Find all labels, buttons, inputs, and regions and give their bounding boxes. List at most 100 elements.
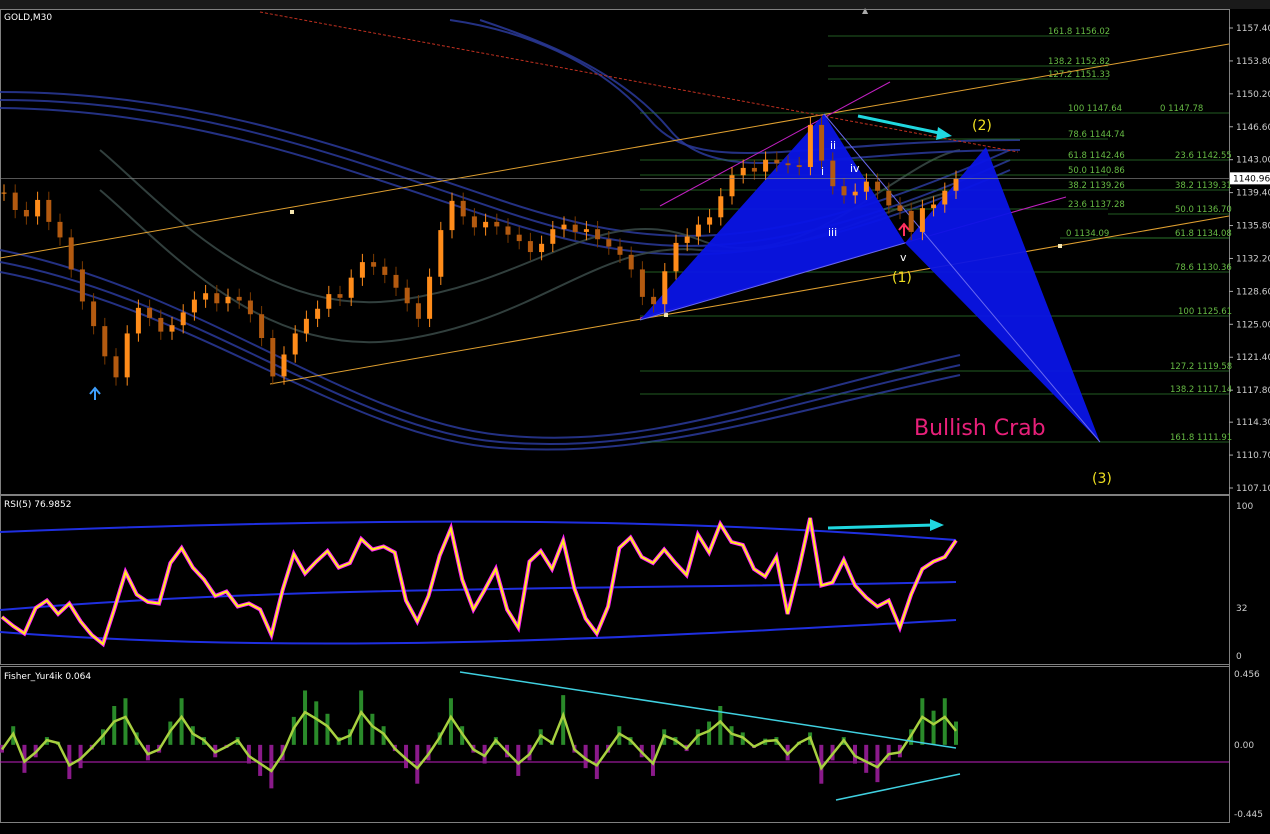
- time-axis: [0, 823, 1270, 834]
- candle-body: [875, 181, 881, 191]
- price-tick-label: 1132.20: [1236, 254, 1270, 264]
- candle-body: [259, 314, 265, 339]
- candle-body: [326, 294, 332, 309]
- channel-anchor: [290, 210, 294, 214]
- channel-anchor: [664, 313, 668, 317]
- subwave-iii-label: iii: [828, 226, 837, 239]
- gold-m30-chart[interactable]: ▲ GOLD,M30 RSI(5) 76.9852 Fisher_Yur4ik …: [0, 0, 1270, 834]
- candle-body: [651, 296, 657, 305]
- price-tick-label: 1121.40: [1236, 353, 1270, 363]
- candle-body: [348, 277, 354, 298]
- fisher-tick-label: -0.445: [1234, 810, 1263, 820]
- candle-body: [236, 296, 242, 301]
- price-tick-label: 1125.00: [1236, 320, 1270, 330]
- fib-level-label: 127.2 1151.33: [1048, 70, 1110, 80]
- fisher-bar: [707, 721, 712, 745]
- candle-body: [270, 338, 276, 377]
- candle-body: [12, 192, 18, 210]
- fib-level-label: 61.8 1142.46: [1068, 151, 1125, 161]
- candle-body: [359, 262, 365, 278]
- candle-body: [91, 301, 97, 327]
- subwave-v-label: v: [900, 251, 907, 264]
- candle-body: [561, 224, 567, 230]
- candle-body: [113, 356, 119, 378]
- price-tick-label: 1135.80: [1236, 222, 1270, 232]
- candle-body: [169, 325, 175, 332]
- candle-body: [908, 210, 914, 232]
- candle-body: [841, 186, 847, 196]
- fisher-bar: [864, 744, 869, 773]
- subwave-iv-label: iv: [850, 162, 860, 175]
- candle-body: [191, 299, 197, 313]
- price-tick-label: 1150.20: [1236, 90, 1270, 100]
- fisher-bar: [112, 706, 117, 745]
- candle-body: [942, 190, 948, 205]
- candle-body: [315, 308, 321, 319]
- candle-body: [460, 200, 466, 217]
- price-tick-label: 1143.00: [1236, 156, 1270, 166]
- fisher-tick-label: 0.456: [1234, 670, 1260, 680]
- fib-level-label: 100 1147.64: [1068, 104, 1122, 114]
- candle-body: [673, 242, 679, 272]
- fisher-bar: [729, 726, 734, 745]
- candle-body: [572, 224, 578, 232]
- candle-body: [494, 221, 500, 227]
- wave-2-label: (2): [972, 118, 992, 134]
- wave-3-label: (3): [1092, 471, 1112, 487]
- candle-body: [471, 216, 477, 228]
- fib-level-label: 0 1147.78: [1160, 104, 1203, 114]
- fisher-bar: [179, 698, 184, 745]
- candle-body: [393, 274, 399, 288]
- price-tick-label: 1139.40: [1236, 189, 1270, 199]
- candle-body: [830, 160, 836, 187]
- price-tick-label: 1128.60: [1236, 287, 1270, 297]
- rsi-pane-title: RSI(5) 76.9852: [4, 500, 71, 510]
- candle-body: [539, 243, 545, 253]
- candle-body: [79, 269, 85, 302]
- candle-body: [740, 167, 746, 176]
- candle-body: [505, 226, 511, 235]
- candle-body: [953, 178, 959, 191]
- fib-level-label: 0 1134.09: [1066, 229, 1109, 239]
- fisher-bar: [875, 744, 880, 783]
- candle-body: [247, 300, 253, 315]
- fib-level-label: 138.2 1117.14: [1170, 385, 1232, 395]
- fib-level-label: 61.8 1134.08: [1175, 229, 1232, 239]
- candle-body: [583, 229, 589, 232]
- candle-body: [819, 124, 825, 161]
- candle-body: [225, 296, 231, 304]
- candle-body: [662, 271, 668, 305]
- fisher-bar: [931, 710, 936, 745]
- candle-body: [158, 317, 164, 332]
- fisher-bar: [415, 744, 420, 784]
- candle-body: [707, 217, 713, 225]
- candle-body: [147, 307, 153, 318]
- price-tick-label: 1146.60: [1236, 123, 1270, 133]
- candle-body: [595, 229, 601, 240]
- candle-body: [763, 159, 769, 172]
- candle-body: [774, 159, 780, 164]
- candle-body: [628, 254, 634, 270]
- candle-body: [68, 237, 74, 270]
- candle-body: [46, 199, 52, 222]
- candle-body: [785, 163, 791, 166]
- candle-body: [796, 165, 802, 168]
- fisher-bar: [370, 713, 375, 745]
- candle-body: [897, 205, 903, 211]
- scroll-marker-icon[interactable]: ▲: [862, 6, 869, 15]
- fisher-bar: [314, 701, 319, 745]
- candle-body: [415, 303, 421, 319]
- candle-body: [57, 221, 63, 238]
- fisher-pane-title: Fisher_Yur4ik 0.064: [4, 672, 91, 682]
- candle-body: [337, 294, 343, 298]
- candle-body: [606, 239, 612, 247]
- main-pane-title: GOLD,M30: [4, 13, 52, 23]
- fib-level-label: 78.6 1144.74: [1068, 130, 1125, 140]
- fisher-bar: [258, 744, 263, 776]
- fib-level-label: 23.6 1142.55: [1175, 151, 1232, 161]
- candle-body: [303, 318, 309, 334]
- candle-body: [203, 293, 209, 300]
- candle-body: [684, 236, 690, 243]
- subwave-i-label: i: [821, 165, 824, 178]
- candle-body: [281, 354, 287, 377]
